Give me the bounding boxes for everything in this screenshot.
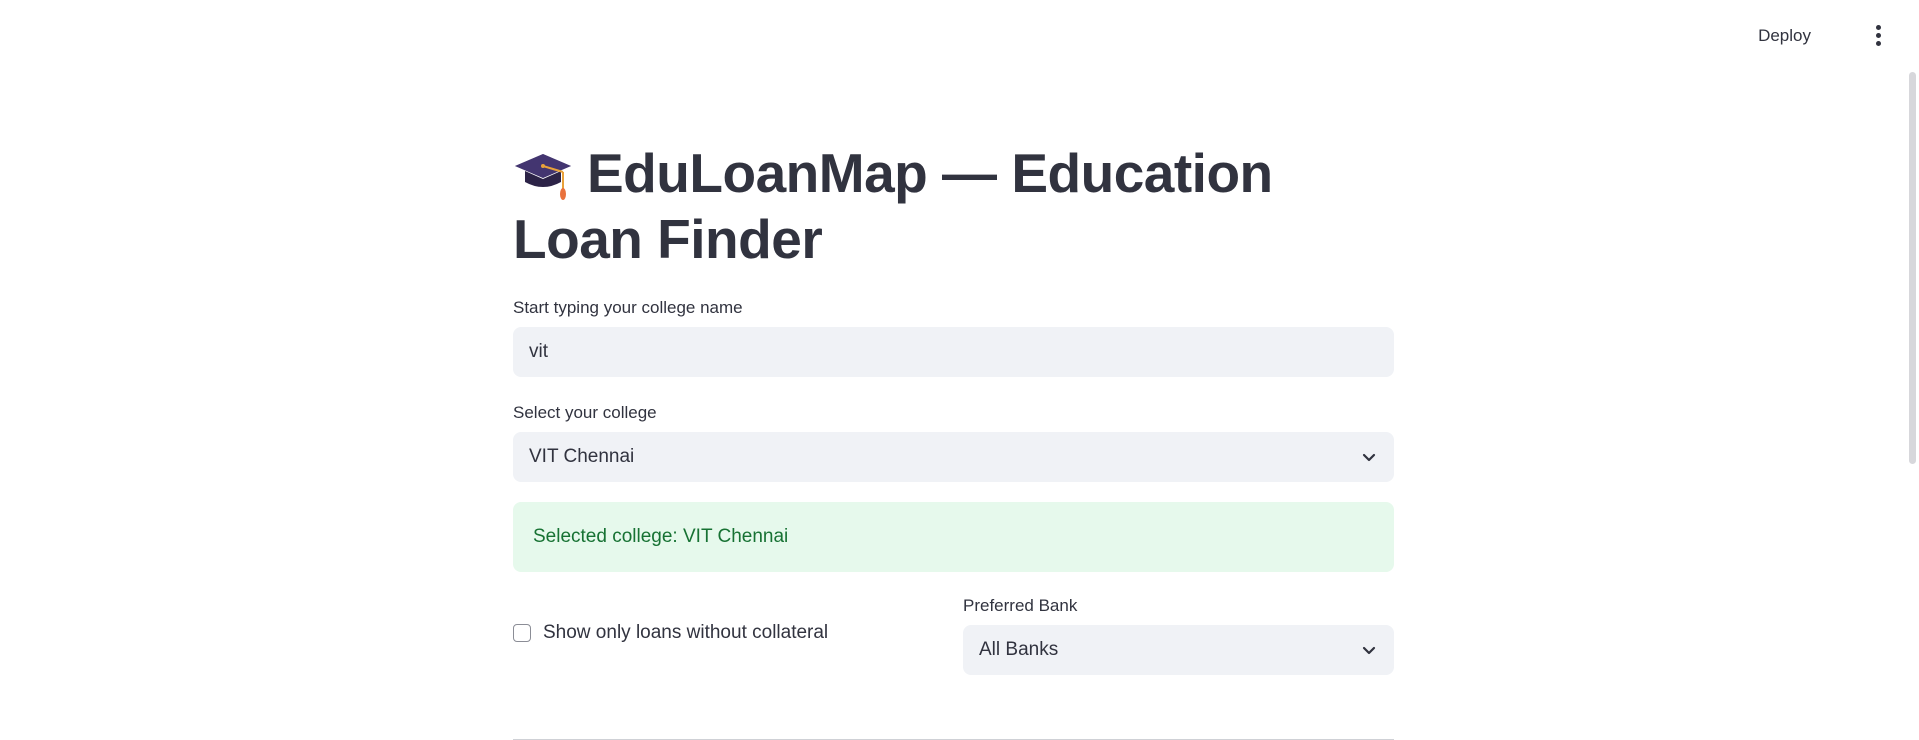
menu-dot [1875,32,1881,38]
chevron-down-icon [1362,453,1376,462]
collateral-checkbox-label: Show only loans without collateral [543,622,829,643]
page-title: EduLoanMap — Education Loan Finder [513,140,1394,272]
scrollbar-thumb[interactable] [1909,72,1916,464]
menu-dot [1875,24,1881,30]
college-select-field: Select your college VIT Chennai [513,403,1394,482]
collateral-checkbox[interactable]: Show only loans without collateral [513,622,963,644]
filters-right-column: Preferred Bank All Banks [963,596,1394,675]
main-content: EduLoanMap — Education Loan Finder Start… [513,140,1394,675]
college-select[interactable]: VIT Chennai [513,432,1394,482]
preferred-bank-label: Preferred Bank [963,596,1078,615]
college-search-field: Start typing your college name [513,298,1394,377]
college-select-label: Select your college [513,403,657,422]
preferred-bank-value: All Banks [979,639,1059,660]
success-alert-text: Selected college: VIT Chennai [533,526,789,547]
menu-dot [1875,40,1881,46]
chevron-down-icon [1362,646,1376,655]
preferred-bank-select[interactable]: All Banks [963,625,1394,675]
college-search-input[interactable] [513,327,1394,377]
college-search-label: Start typing your college name [513,298,743,317]
page-title-text: EduLoanMap — Education Loan Finder [513,142,1273,270]
app-header: Deploy [0,0,1919,70]
deploy-button[interactable]: Deploy [1752,22,1817,50]
scrollbar[interactable] [1905,70,1919,740]
filters-row: Show only loans without collateral Prefe… [513,596,1394,675]
success-alert: Selected college: VIT Chennai [513,502,1394,572]
checkbox-box[interactable] [513,624,531,642]
streamlit-app: Deploy EduLoanMap — Education Loan Finde… [0,0,1919,740]
filters-left-column: Show only loans without collateral [513,596,963,675]
graduation-cap-icon [515,154,571,200]
college-select-value: VIT Chennai [529,446,635,467]
more-vertical-icon[interactable] [1865,22,1891,48]
